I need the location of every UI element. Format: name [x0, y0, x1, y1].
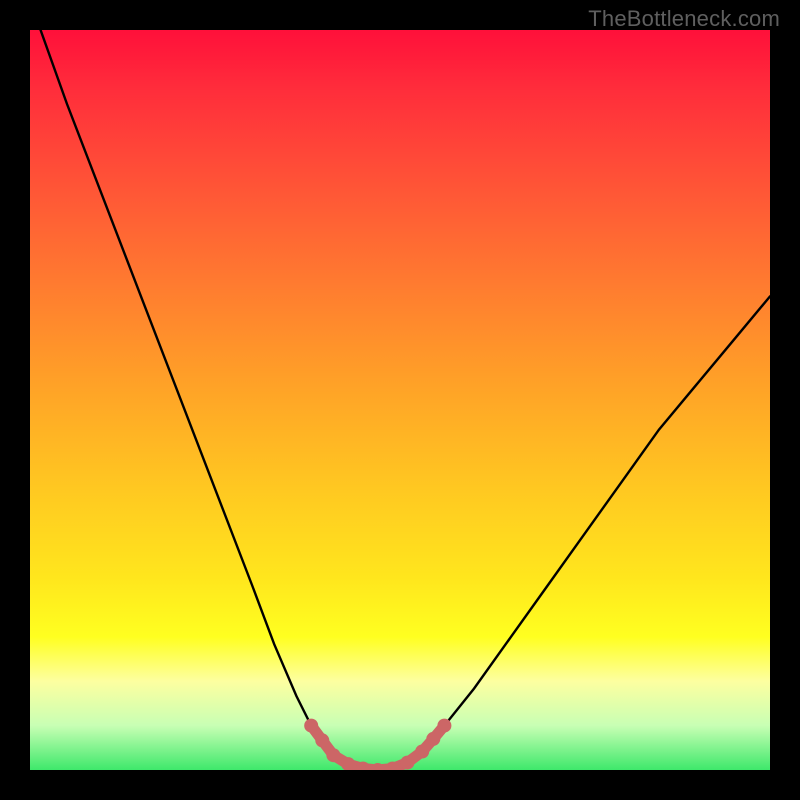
marker-dot — [415, 745, 429, 759]
chart-svg — [30, 30, 770, 770]
marker-dot — [315, 733, 329, 747]
marker-dot — [304, 719, 318, 733]
marker-dots-group — [304, 719, 451, 770]
marker-dot — [326, 748, 340, 762]
plot-area — [30, 30, 770, 770]
chart-frame: TheBottleneck.com — [0, 0, 800, 800]
marker-dot — [437, 719, 451, 733]
bottleneck-curve — [30, 30, 770, 770]
marker-dot — [400, 756, 414, 770]
watermark-text: TheBottleneck.com — [588, 6, 780, 32]
marker-dot — [426, 732, 440, 746]
